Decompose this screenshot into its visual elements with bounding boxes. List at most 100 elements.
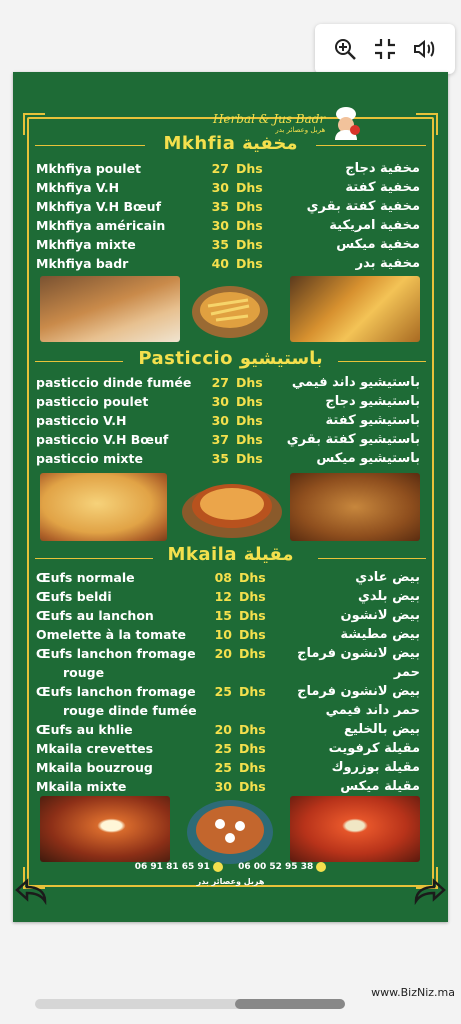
item-price: 37 (211, 432, 229, 447)
item-name-fr: Omelette à la tomate (36, 627, 187, 642)
prev-arrow-icon[interactable] (15, 877, 51, 905)
volume-icon[interactable] (410, 34, 440, 64)
item-name-fr: Œufs au lanchon (36, 608, 154, 623)
item-name-ar: مخفية كفتة بقري (306, 199, 420, 214)
item-price: 30 (211, 394, 229, 409)
item-currency: Dhs (239, 760, 266, 775)
next-arrow-icon[interactable] (410, 877, 446, 905)
item-name-ar: مقيلة ميكس (340, 779, 420, 794)
menu-item-row: Mkhfiya badr 40 Dhs مخفية بدر (13, 256, 448, 275)
phone-icon (212, 862, 223, 872)
item-currency: Dhs (236, 394, 263, 409)
item-name-ar: باستيشيو دجاج (325, 394, 420, 409)
phone-2: 06 00 52 95 38 (238, 862, 327, 872)
item-price: 30 (211, 413, 229, 428)
menu-item-row: Mkaila crevettes 25 Dhs مقيلة كرفويت (13, 741, 448, 760)
item-price: 10 (214, 627, 232, 642)
item-price: 35 (211, 199, 229, 214)
item-name-fr: pasticcio poulet (36, 394, 149, 409)
item-currency: Dhs (239, 779, 266, 794)
item-name-ar: مقيلة كرفويت (328, 741, 420, 756)
item-currency: Dhs (239, 570, 266, 585)
item-currency: Dhs (236, 256, 263, 271)
item-name-ar: بيض بلدي (357, 589, 420, 604)
item-name-fr: Mkaila bouzroug (36, 760, 153, 775)
menu-item-row: Mkhfiya V.H Bœuf 35 Dhs مخفية كفتة بقري (13, 199, 448, 218)
item-name-fr: Œufs lanchon fromage (36, 646, 196, 661)
menu-item-row: Mkaila bouzroug 25 Dhs مقيلة بوزروك (13, 760, 448, 779)
item-price: 25 (214, 684, 232, 699)
scrollbar-thumb[interactable] (235, 999, 345, 1009)
section-title-mkhfia: Mkhfia مخفية (163, 133, 298, 154)
item-price: 27 (211, 375, 229, 390)
item-price: 12 (214, 589, 232, 604)
item-name-fr: Œufs beldi (36, 589, 112, 604)
item-name-ar: بيض عادي (355, 570, 420, 585)
item-currency: Dhs (236, 432, 263, 447)
menu-item-row: Mkhfiya américain 30 Dhs مخفية امريكية (13, 218, 448, 237)
item-name-ar: مخفية ميكس (336, 237, 420, 252)
viewer-toolbar (315, 24, 455, 74)
phone-icon (316, 862, 327, 872)
item-price: 40 (211, 256, 229, 271)
item-price: 20 (214, 722, 232, 737)
horizontal-scrollbar[interactable] (35, 999, 345, 1009)
item-currency: Dhs (239, 741, 266, 756)
food-photo-mkaila-2 (187, 800, 273, 864)
watermark: www.BizNiz.ma (371, 986, 455, 999)
item-name-fr: Mkhfiya badr (36, 256, 129, 271)
frame-corner (416, 113, 438, 135)
item-name-fr: Mkaila crevettes (36, 741, 154, 756)
menu-item-row: Œufs au lanchon 15 Dhs بيض لانشون (13, 608, 448, 627)
item-name-fr: Mkhfiya mixte (36, 237, 136, 252)
item-currency: Dhs (239, 589, 266, 604)
item-name-fr: Œufs au khlie (36, 722, 133, 737)
logo-title: Herbal & Jus Badr (213, 112, 326, 126)
menu-item-row: Omelette à la tomate 10 Dhs بيض مطيشة (13, 627, 448, 646)
item-name-ar: باستيشيو ميكس (316, 451, 420, 466)
menu-item-row: pasticcio V.H Bœuf 37 Dhs باستيشيو كفتة بقر… (13, 432, 448, 451)
item-price: 25 (214, 760, 232, 775)
phone-2-text: 06 00 52 95 38 (238, 862, 314, 872)
item-price: 35 (211, 451, 229, 466)
menu-item-row: Mkhfiya poulet 27 Dhs مخفية دجاج (13, 161, 448, 180)
menu-item-row: Mkhfiya V.H 30 Dhs مخفية كفتة (13, 180, 448, 199)
menu-item-row: Mkhfiya mixte 35 Dhs مخفية ميكس (13, 237, 448, 256)
item-name-fr: Mkhfiya poulet (36, 161, 142, 176)
item-name-ar: مخفية امريكية (329, 218, 420, 233)
contact-bar: 06 91 81 65 91 06 00 52 95 38 هربل وعصائ… (13, 862, 448, 886)
food-photo-pasticcio-2 (182, 484, 282, 538)
menu-item-row: pasticcio poulet 30 Dhs باستيشيو دجاج (13, 394, 448, 413)
food-photo-mkhfia-1 (40, 276, 180, 342)
item-price: 30 (211, 218, 229, 233)
menu-item-row: Œufs beldi 12 Dhs بيض بلدي (13, 589, 448, 608)
item-currency: Dhs (239, 684, 266, 699)
item-currency: Dhs (236, 161, 263, 176)
item-name-fr-line2: rouge dinde fumée (63, 703, 197, 718)
item-currency: Dhs (236, 237, 263, 252)
item-name-ar: بيض مطيشة (340, 627, 420, 642)
item-price: 08 (214, 570, 232, 585)
zoom-in-icon[interactable] (330, 34, 360, 64)
item-price: 25 (214, 741, 232, 756)
section-title-pasticcio: Pasticcio باستيشيو (138, 348, 323, 369)
item-name-fr-line2: rouge (63, 665, 105, 680)
menu-item-row: Œufs lanchon fromage 20 Dhs بيض لانشون فرما… (13, 646, 448, 680)
item-price: 30 (214, 779, 232, 794)
item-currency: Dhs (239, 627, 266, 642)
item-name-ar: بيض لانشون فرماج (297, 684, 420, 699)
item-name-ar: بيض لانشون فرماج (297, 646, 420, 661)
item-name-ar: بيض بالخليع (344, 722, 420, 737)
menu-poster: Herbal & Jus Badr هربل وعصائر بدر Mkhfia… (13, 72, 448, 922)
item-name-fr: pasticcio dinde fumée (36, 375, 192, 390)
item-name-ar-line2: حمر (393, 665, 420, 680)
item-currency: Dhs (239, 722, 266, 737)
item-name-ar-line2: حمر داند فيمي (325, 703, 420, 718)
item-name-ar: مخفية بدر (355, 256, 420, 271)
item-currency: Dhs (236, 199, 263, 214)
menu-item-row: pasticcio dinde fumée 27 Dhs باستيشيو داند … (13, 375, 448, 394)
fullscreen-exit-icon[interactable] (370, 34, 400, 64)
item-name-fr: pasticcio V.H (36, 413, 127, 428)
item-name-fr: Mkhfiya V.H Bœuf (36, 199, 162, 214)
item-currency: Dhs (236, 413, 263, 428)
